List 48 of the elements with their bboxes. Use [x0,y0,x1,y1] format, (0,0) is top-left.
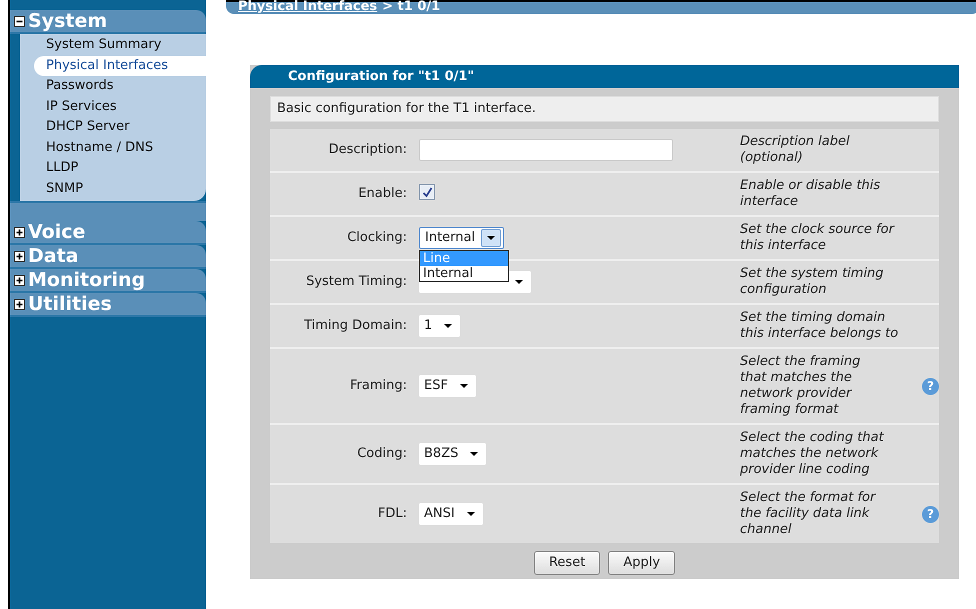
dropdown[interactable]: Internal [419,227,504,249]
breadcrumb-text: > t1 0/1 [382,2,440,14]
dropdown[interactable]: B8ZS [419,443,486,465]
dropdown[interactable]: ESF [419,375,476,397]
caret-icon [443,323,454,329]
form-button[interactable]: Apply [608,551,676,574]
sidebar-item[interactable]: DHCP Server [34,117,206,138]
sidebar-item[interactable]: Hostname / DNS [34,138,206,158]
help-text: Set the clock source for this interface [740,222,896,254]
description-field[interactable] [419,139,673,161]
field-label: Description: [328,141,408,160]
expand-icon[interactable] [14,226,25,238]
sidebar-item[interactable]: Physical Interfaces [34,56,206,76]
sidebar-item[interactable]: LLDP [34,158,206,178]
sidebar-item[interactable]: IP Services [34,96,206,117]
dropdown[interactable]: 1 [419,315,460,337]
field-label: System Timing: [305,273,408,292]
caret-icon [469,451,480,457]
help-text: Set the timing domain this interface belongs to [740,310,900,342]
expand-icon[interactable] [14,250,25,262]
caret-icon [466,511,476,517]
expand-icon[interactable] [14,274,25,286]
sidebar-item[interactable]: SNMP [34,178,206,199]
dropdown[interactable]: ANSI [419,503,483,525]
help-text: Select the framing that matches the network provider framing format [740,354,862,418]
help-text: Select the format for the facility data link channel [740,490,877,538]
field-label: Enable: [357,185,408,204]
form-button[interactable]: Reset [534,551,600,574]
field-label: FDL: [376,505,408,524]
field-label: Coding: [356,445,408,464]
help-text: Description label (optional) [740,134,851,166]
field-label: Framing: [349,377,408,396]
sidebar-item[interactable]: Passwords [34,76,206,96]
expand-icon[interactable] [14,298,25,310]
intro-text: Basic configuration for the T1 interface. [270,96,939,122]
help-text: Enable or disable this interface [740,178,882,210]
caret-icon [514,279,524,285]
sidebar-item[interactable]: System Summary [34,35,206,56]
field-label: Clocking: [346,229,408,248]
help-text: Set the system timing configuration [740,266,885,298]
collapse-icon[interactable] [14,16,25,26]
caret-icon [486,235,496,241]
field-label: Timing Domain: [303,317,408,336]
panel-title: Configuration for "t1 0/1" [250,65,959,88]
caret-icon [458,383,469,389]
dropdown-option[interactable]: Internal [420,266,508,281]
enable-checkbox[interactable] [419,184,435,200]
help-text: Select the coding that matches the network provider line coding [740,430,885,478]
